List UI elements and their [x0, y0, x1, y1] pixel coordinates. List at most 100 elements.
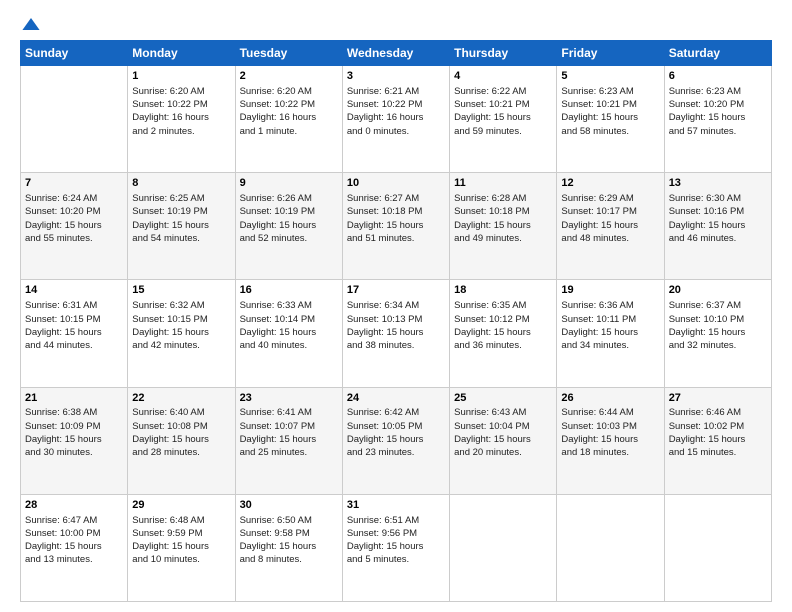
- day-number: 10: [347, 176, 445, 191]
- calendar-cell: 28Sunrise: 6:47 AM Sunset: 10:00 PM Dayl…: [21, 494, 128, 601]
- calendar-cell: 19Sunrise: 6:36 AM Sunset: 10:11 PM Dayl…: [557, 280, 664, 387]
- calendar-cell: 1Sunrise: 6:20 AM Sunset: 10:22 PM Dayli…: [128, 66, 235, 173]
- day-info: Sunrise: 6:38 AM Sunset: 10:09 PM Daylig…: [25, 406, 123, 459]
- day-info: Sunrise: 6:50 AM Sunset: 9:58 PM Dayligh…: [240, 514, 338, 567]
- day-number: 7: [25, 176, 123, 191]
- day-number: 21: [25, 391, 123, 406]
- day-info: Sunrise: 6:28 AM Sunset: 10:18 PM Daylig…: [454, 192, 552, 245]
- day-info: Sunrise: 6:51 AM Sunset: 9:56 PM Dayligh…: [347, 514, 445, 567]
- weekday-header-row: SundayMondayTuesdayWednesdayThursdayFrid…: [21, 41, 772, 66]
- day-info: Sunrise: 6:40 AM Sunset: 10:08 PM Daylig…: [132, 406, 230, 459]
- day-info: Sunrise: 6:44 AM Sunset: 10:03 PM Daylig…: [561, 406, 659, 459]
- calendar-week-row: 7Sunrise: 6:24 AM Sunset: 10:20 PM Dayli…: [21, 173, 772, 280]
- calendar-cell: 20Sunrise: 6:37 AM Sunset: 10:10 PM Dayl…: [664, 280, 771, 387]
- day-info: Sunrise: 6:23 AM Sunset: 10:21 PM Daylig…: [561, 85, 659, 138]
- calendar-cell: 6Sunrise: 6:23 AM Sunset: 10:20 PM Dayli…: [664, 66, 771, 173]
- weekday-header: Tuesday: [235, 41, 342, 66]
- day-number: 22: [132, 391, 230, 406]
- day-number: 24: [347, 391, 445, 406]
- calendar-cell: 9Sunrise: 6:26 AM Sunset: 10:19 PM Dayli…: [235, 173, 342, 280]
- calendar-cell: 12Sunrise: 6:29 AM Sunset: 10:17 PM Dayl…: [557, 173, 664, 280]
- calendar-cell: 4Sunrise: 6:22 AM Sunset: 10:21 PM Dayli…: [450, 66, 557, 173]
- weekday-header: Wednesday: [342, 41, 449, 66]
- day-info: Sunrise: 6:22 AM Sunset: 10:21 PM Daylig…: [454, 85, 552, 138]
- day-info: Sunrise: 6:42 AM Sunset: 10:05 PM Daylig…: [347, 406, 445, 459]
- day-number: 6: [669, 69, 767, 84]
- day-number: 5: [561, 69, 659, 84]
- day-info: Sunrise: 6:46 AM Sunset: 10:02 PM Daylig…: [669, 406, 767, 459]
- day-info: Sunrise: 6:30 AM Sunset: 10:16 PM Daylig…: [669, 192, 767, 245]
- calendar-cell: 14Sunrise: 6:31 AM Sunset: 10:15 PM Dayl…: [21, 280, 128, 387]
- header: [20, 18, 772, 30]
- day-info: Sunrise: 6:24 AM Sunset: 10:20 PM Daylig…: [25, 192, 123, 245]
- day-number: 23: [240, 391, 338, 406]
- day-info: Sunrise: 6:21 AM Sunset: 10:22 PM Daylig…: [347, 85, 445, 138]
- calendar-cell: 25Sunrise: 6:43 AM Sunset: 10:04 PM Dayl…: [450, 387, 557, 494]
- day-number: 11: [454, 176, 552, 191]
- day-number: 4: [454, 69, 552, 84]
- day-info: Sunrise: 6:31 AM Sunset: 10:15 PM Daylig…: [25, 299, 123, 352]
- day-info: Sunrise: 6:48 AM Sunset: 9:59 PM Dayligh…: [132, 514, 230, 567]
- day-info: Sunrise: 6:36 AM Sunset: 10:11 PM Daylig…: [561, 299, 659, 352]
- calendar-cell: 2Sunrise: 6:20 AM Sunset: 10:22 PM Dayli…: [235, 66, 342, 173]
- calendar-week-row: 1Sunrise: 6:20 AM Sunset: 10:22 PM Dayli…: [21, 66, 772, 173]
- day-number: 19: [561, 283, 659, 298]
- calendar-cell: 5Sunrise: 6:23 AM Sunset: 10:21 PM Dayli…: [557, 66, 664, 173]
- day-number: 16: [240, 283, 338, 298]
- day-number: 9: [240, 176, 338, 191]
- calendar-cell: [450, 494, 557, 601]
- calendar-cell: [557, 494, 664, 601]
- day-info: Sunrise: 6:20 AM Sunset: 10:22 PM Daylig…: [132, 85, 230, 138]
- day-info: Sunrise: 6:32 AM Sunset: 10:15 PM Daylig…: [132, 299, 230, 352]
- calendar-cell: 8Sunrise: 6:25 AM Sunset: 10:19 PM Dayli…: [128, 173, 235, 280]
- calendar-cell: 27Sunrise: 6:46 AM Sunset: 10:02 PM Dayl…: [664, 387, 771, 494]
- day-number: 27: [669, 391, 767, 406]
- logo: [20, 18, 40, 30]
- calendar-cell: 7Sunrise: 6:24 AM Sunset: 10:20 PM Dayli…: [21, 173, 128, 280]
- calendar-cell: 21Sunrise: 6:38 AM Sunset: 10:09 PM Dayl…: [21, 387, 128, 494]
- day-number: 8: [132, 176, 230, 191]
- calendar-cell: 22Sunrise: 6:40 AM Sunset: 10:08 PM Dayl…: [128, 387, 235, 494]
- day-number: 15: [132, 283, 230, 298]
- weekday-header: Sunday: [21, 41, 128, 66]
- day-info: Sunrise: 6:25 AM Sunset: 10:19 PM Daylig…: [132, 192, 230, 245]
- page: SundayMondayTuesdayWednesdayThursdayFrid…: [0, 0, 792, 612]
- day-info: Sunrise: 6:29 AM Sunset: 10:17 PM Daylig…: [561, 192, 659, 245]
- weekday-header: Friday: [557, 41, 664, 66]
- calendar-table: SundayMondayTuesdayWednesdayThursdayFrid…: [20, 40, 772, 602]
- calendar-cell: 31Sunrise: 6:51 AM Sunset: 9:56 PM Dayli…: [342, 494, 449, 601]
- day-info: Sunrise: 6:41 AM Sunset: 10:07 PM Daylig…: [240, 406, 338, 459]
- day-number: 17: [347, 283, 445, 298]
- day-number: 29: [132, 498, 230, 513]
- calendar-cell: [21, 66, 128, 173]
- calendar-cell: 16Sunrise: 6:33 AM Sunset: 10:14 PM Dayl…: [235, 280, 342, 387]
- calendar-week-row: 28Sunrise: 6:47 AM Sunset: 10:00 PM Dayl…: [21, 494, 772, 601]
- day-number: 20: [669, 283, 767, 298]
- day-number: 26: [561, 391, 659, 406]
- day-info: Sunrise: 6:35 AM Sunset: 10:12 PM Daylig…: [454, 299, 552, 352]
- day-number: 28: [25, 498, 123, 513]
- calendar-cell: 15Sunrise: 6:32 AM Sunset: 10:15 PM Dayl…: [128, 280, 235, 387]
- day-number: 25: [454, 391, 552, 406]
- day-number: 31: [347, 498, 445, 513]
- day-info: Sunrise: 6:26 AM Sunset: 10:19 PM Daylig…: [240, 192, 338, 245]
- day-number: 12: [561, 176, 659, 191]
- calendar-week-row: 21Sunrise: 6:38 AM Sunset: 10:09 PM Dayl…: [21, 387, 772, 494]
- calendar-cell: 30Sunrise: 6:50 AM Sunset: 9:58 PM Dayli…: [235, 494, 342, 601]
- calendar-cell: 29Sunrise: 6:48 AM Sunset: 9:59 PM Dayli…: [128, 494, 235, 601]
- day-info: Sunrise: 6:23 AM Sunset: 10:20 PM Daylig…: [669, 85, 767, 138]
- calendar-cell: [664, 494, 771, 601]
- day-number: 1: [132, 69, 230, 84]
- day-info: Sunrise: 6:27 AM Sunset: 10:18 PM Daylig…: [347, 192, 445, 245]
- weekday-header: Monday: [128, 41, 235, 66]
- day-info: Sunrise: 6:47 AM Sunset: 10:00 PM Daylig…: [25, 514, 123, 567]
- day-info: Sunrise: 6:33 AM Sunset: 10:14 PM Daylig…: [240, 299, 338, 352]
- logo-arrow-icon: [22, 18, 40, 30]
- day-number: 14: [25, 283, 123, 298]
- calendar-cell: 10Sunrise: 6:27 AM Sunset: 10:18 PM Dayl…: [342, 173, 449, 280]
- day-number: 18: [454, 283, 552, 298]
- calendar-cell: 3Sunrise: 6:21 AM Sunset: 10:22 PM Dayli…: [342, 66, 449, 173]
- day-info: Sunrise: 6:43 AM Sunset: 10:04 PM Daylig…: [454, 406, 552, 459]
- calendar-cell: 18Sunrise: 6:35 AM Sunset: 10:12 PM Dayl…: [450, 280, 557, 387]
- day-info: Sunrise: 6:37 AM Sunset: 10:10 PM Daylig…: [669, 299, 767, 352]
